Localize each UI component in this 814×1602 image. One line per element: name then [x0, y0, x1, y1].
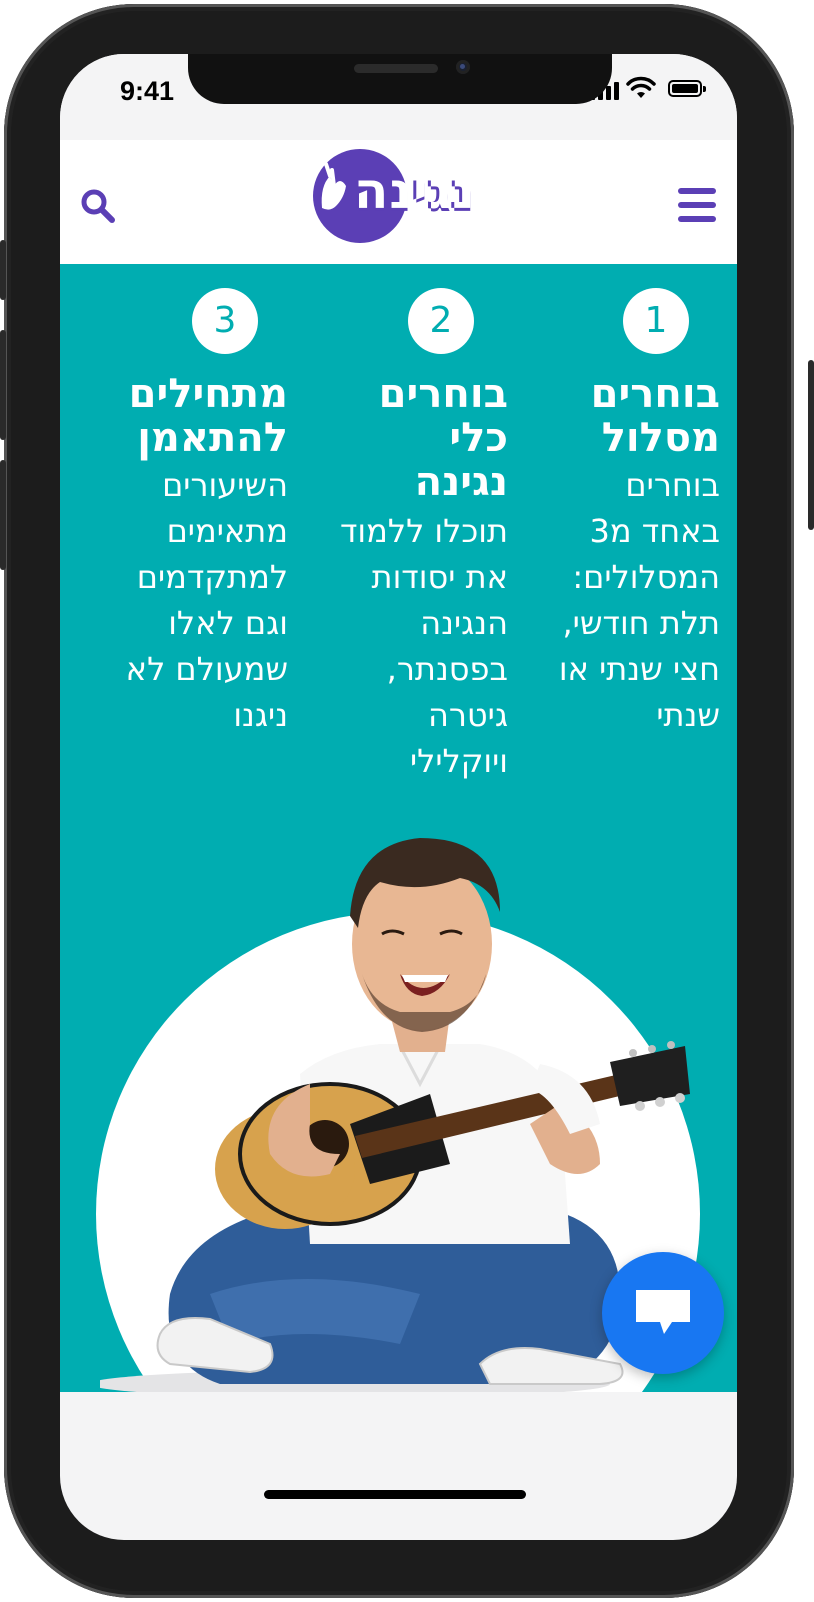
steps-section: 1 בוחרים מסלול בוחרים באחד מ3 המסלולים: … [60, 264, 737, 1392]
chat-bubble-icon [636, 1290, 690, 1334]
site-header: נגינה [60, 140, 737, 264]
step-title: מתחילים להתאמן [128, 371, 288, 461]
step-3: 3 מתחילים להתאמן השיעורים מתאימים למתקדמ… [68, 288, 288, 808]
earpiece-speaker [354, 64, 438, 73]
step-description: השיעורים מתאימים למתקדמים וגם לאלו שמעול… [125, 466, 288, 734]
step-number: 3 [192, 288, 258, 354]
site-logo[interactable]: נגינה [310, 146, 490, 246]
chat-button[interactable] [602, 1252, 724, 1374]
home-indicator[interactable] [264, 1490, 526, 1499]
step-1: 1 בוחרים מסלול בוחרים באחד מ3 המסלולים: … [500, 288, 720, 808]
step-title: בוחרים כלי נגינה [378, 371, 508, 505]
logo-wordmark: נגינה [354, 162, 476, 220]
status-time: 9:41 [120, 76, 175, 106]
step-description: תוכלו ללמוד את יסודות הנגינה בפסנתר, גיט… [339, 512, 508, 780]
front-camera [456, 60, 470, 74]
step-title: בוחרים מסלול [590, 371, 720, 461]
step-number: 2 [408, 288, 474, 354]
step-description: בוחרים באחד מ3 המסלולים: תלת חודשי, חצי … [558, 466, 720, 734]
phone-screen: 9:41 נגינה 1 בוחרים מסלול בוחרים באחד מ3… [60, 54, 737, 1540]
battery-icon [668, 80, 706, 97]
phone-volume-down [0, 460, 6, 570]
phone-power-button [808, 360, 814, 530]
step-2: 2 בוחרים כלי נגינה תוכלו ללמוד את יסודות… [288, 288, 508, 848]
hamburger-menu-icon[interactable] [678, 188, 716, 222]
phone-volume-up [0, 330, 6, 440]
wifi-icon [626, 76, 656, 98]
step-number: 1 [623, 288, 689, 354]
search-icon[interactable] [80, 188, 116, 224]
phone-side-button [0, 240, 6, 300]
phone-notch [188, 54, 612, 104]
